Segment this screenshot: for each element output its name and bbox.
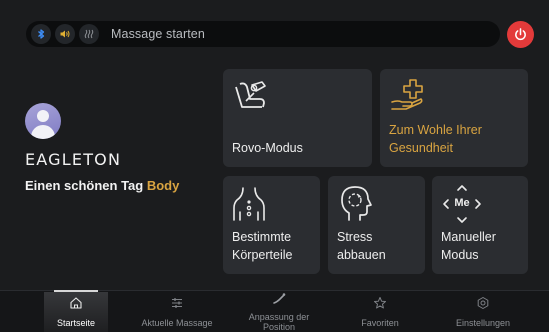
speaker-icon[interactable]	[55, 24, 75, 44]
head-icon	[341, 186, 372, 221]
tile-body-parts-label: Bestimmte Körperteile	[232, 230, 293, 262]
recline-icon	[273, 293, 286, 304]
tile-stress-relief[interactable]: Stress abbauen	[328, 176, 425, 274]
greeting: Einen schönen Tag Body	[25, 178, 179, 193]
tile-manual-mode[interactable]: Me Manueller Modus	[432, 176, 528, 274]
tile-health-label: Zum Wohle Ihrer Gesundheit	[389, 123, 482, 155]
tile-health[interactable]: Zum Wohle Ihrer Gesundheit	[380, 69, 528, 167]
power-button[interactable]	[507, 21, 534, 48]
hand-plus-icon	[391, 79, 423, 110]
tile-rovo-mode[interactable]: Rovo-Modus	[223, 69, 372, 167]
nav-favorites-label: Favoriten	[361, 318, 399, 328]
top-bar[interactable]: Massage starten	[26, 21, 500, 47]
nav-favorites[interactable]: Favoriten	[345, 290, 415, 332]
home-icon	[70, 297, 82, 309]
nav-home[interactable]: Startseite	[36, 290, 116, 332]
avatar[interactable]	[25, 103, 61, 139]
greeting-highlight: Body	[146, 178, 180, 193]
nav-current-massage-label: Aktuelle Massage	[141, 318, 213, 328]
user-name: EAGLETON	[25, 150, 122, 169]
tile-rovo-mode-label: Rovo-Modus	[232, 141, 303, 155]
nav-settings[interactable]: Einstellungen	[444, 290, 522, 332]
nav-settings-label: Einstellungen	[455, 318, 511, 328]
bluetooth-icon[interactable]	[31, 24, 51, 44]
greeting-text: Einen schönen Tag	[25, 178, 144, 193]
body-icon	[233, 187, 265, 221]
nav-home-label: Startseite	[56, 318, 96, 328]
start-massage-label[interactable]: Massage starten	[111, 27, 205, 41]
nav-current-massage[interactable]: Aktuelle Massage	[131, 290, 223, 332]
nav-position-adjust[interactable]: Anpassung der Position	[238, 290, 320, 332]
sliders-icon	[172, 298, 182, 308]
tile-body-parts[interactable]: Bestimmte Körperteile	[223, 176, 320, 274]
chair-icon	[235, 81, 266, 108]
arrows-icon: Me	[442, 184, 482, 224]
star-icon	[374, 297, 386, 309]
settings-icon	[477, 297, 489, 309]
nav-position-adjust-label: Anpassung der Position	[248, 312, 310, 332]
heat-icon[interactable]	[79, 24, 99, 44]
tile-manual-mode-label: Manueller Modus	[441, 230, 496, 262]
manual-mode-center-text: Me	[454, 197, 470, 209]
app-screen: Massage starten EAGLETON Einen schönen T…	[0, 0, 549, 332]
power-icon	[515, 28, 526, 41]
tile-stress-relief-label: Stress abbauen	[337, 230, 386, 262]
